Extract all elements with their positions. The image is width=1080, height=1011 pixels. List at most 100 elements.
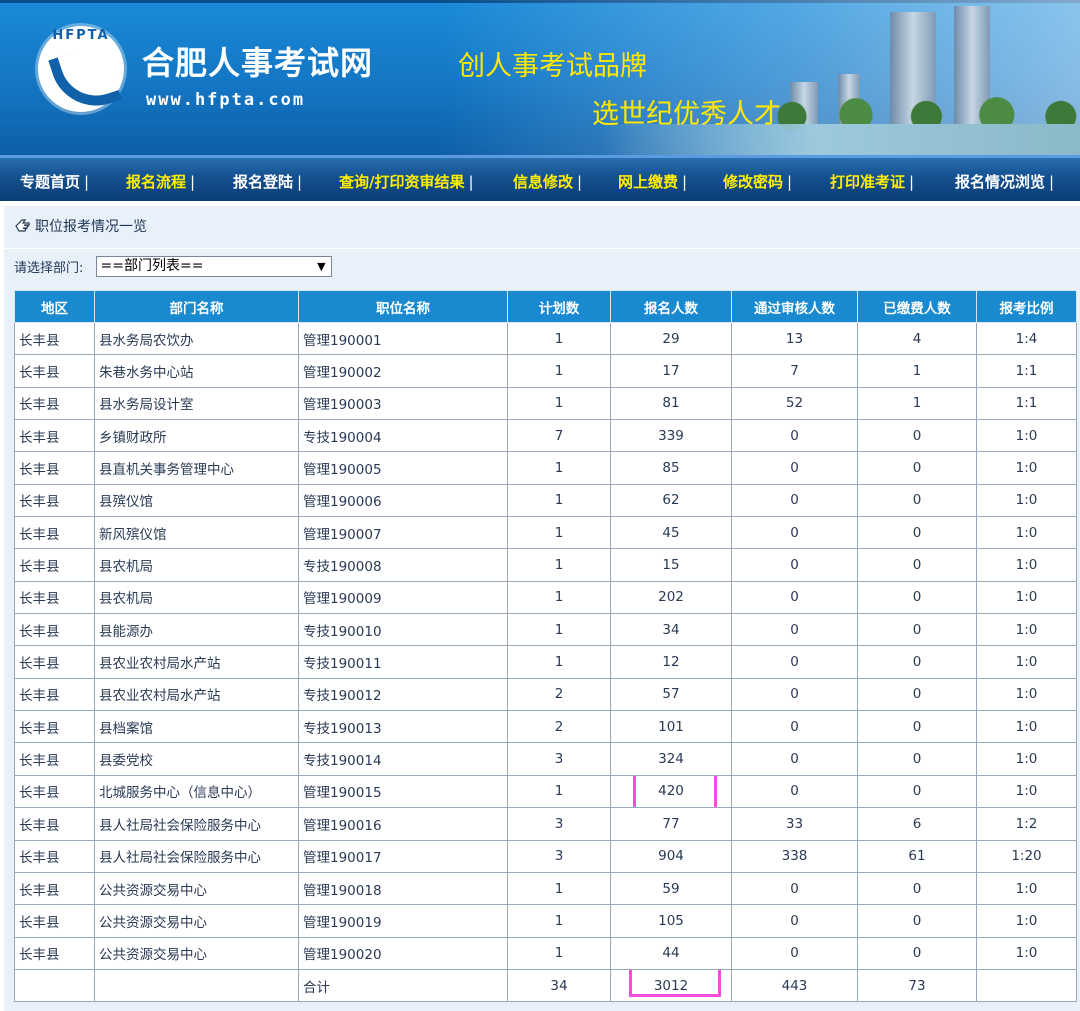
cell-plan-count: 1 <box>507 774 611 809</box>
cell-department: 县人社局社会保险服务中心 <box>94 807 299 841</box>
cell-applicants: 81 <box>610 386 732 421</box>
cell-paid: 61 <box>857 839 977 873</box>
nav-item-info-edit[interactable]: 信息修改 | <box>513 171 582 192</box>
cell-position: 管理190019 <box>298 904 508 938</box>
cell-plan-count: 1 <box>507 483 611 518</box>
cell-department: 公共资源交易中心 <box>94 904 299 938</box>
cell-plan-count: 1 <box>507 645 611 679</box>
cell-approved: 0 <box>731 516 858 550</box>
cell-applicants: 339 <box>610 419 732 453</box>
cell-plan-count: 7 <box>507 419 611 453</box>
cell-ratio: 1:0 <box>976 677 1077 712</box>
cell-position: 管理190005 <box>298 451 508 485</box>
cell-paid: 0 <box>857 613 977 647</box>
nav-item-topic-home[interactable]: 专题首页 | <box>20 171 89 192</box>
cell-department: 县殡仪馆 <box>94 483 299 518</box>
cell-paid: 0 <box>857 742 977 776</box>
cell-applicants: 45 <box>610 516 732 550</box>
table-row: 长丰县 县水务局设计室 管理190003 1 81 52 1 1:1 <box>14 386 1077 421</box>
nav-item-print-admission[interactable]: 打印准考证 | <box>830 171 914 192</box>
cell-ratio: 1:0 <box>976 871 1077 906</box>
cell-paid: 0 <box>857 936 977 970</box>
cell-applicants: 17 <box>610 354 732 388</box>
cell-applicants: 3012 <box>610 968 732 1003</box>
cell-region: 长丰县 <box>14 742 95 776</box>
cell-ratio: 1:0 <box>976 451 1077 485</box>
cell-plan-count: 3 <box>507 742 611 776</box>
section-title: 职位报考情况一览 <box>35 219 147 235</box>
cell-approved: 0 <box>731 936 858 970</box>
department-select[interactable]: ==部门列表== ▼ <box>95 256 332 277</box>
department-filter: 请选择部门: ==部门列表== ▼ <box>14 256 332 277</box>
cell-approved: 443 <box>731 968 858 1003</box>
cell-paid: 0 <box>857 451 977 485</box>
cell-ratio: 1:1 <box>976 386 1077 421</box>
cell-paid: 4 <box>857 321 977 356</box>
cell-plan-count: 1 <box>507 871 611 906</box>
cell-position: 专技190013 <box>298 710 508 744</box>
cell-position: 管理190002 <box>298 354 508 388</box>
cell-paid: 1 <box>857 354 977 388</box>
department-filter-label: 请选择部门: <box>14 261 84 276</box>
column-header: 报名人数 <box>610 290 732 323</box>
cell-ratio: 1:0 <box>976 613 1077 647</box>
cell-applicants: 85 <box>610 451 732 485</box>
nav-item-registration-process[interactable]: 报名流程 | <box>126 171 195 192</box>
cell-ratio: 1:0 <box>976 645 1077 679</box>
cell-applicants: 34 <box>610 613 732 647</box>
cell-position: 管理190007 <box>298 516 508 550</box>
cell-position: 管理190020 <box>298 936 508 970</box>
cell-ratio: 1:0 <box>976 904 1077 938</box>
cell-plan-count: 3 <box>507 807 611 841</box>
cell-department: 县委党校 <box>94 742 299 776</box>
section-heading: 职位报考情况一览 <box>14 216 147 240</box>
cell-plan-count: 1 <box>507 613 611 647</box>
column-header: 报考比例 <box>976 290 1077 323</box>
cell-ratio: 1:0 <box>976 710 1077 744</box>
cell-position: 专技190010 <box>298 613 508 647</box>
cell-department: 新风殡仪馆 <box>94 516 299 550</box>
table-row: 长丰县 朱巷水务中心站 管理190002 1 17 7 1 1:1 <box>14 354 1077 388</box>
cell-applicants: 59 <box>610 871 732 906</box>
cell-position: 管理190006 <box>298 483 508 518</box>
cell-ratio: 1:0 <box>976 419 1077 453</box>
highlight-box <box>633 776 717 807</box>
cell-paid: 73 <box>857 968 977 1003</box>
cell-approved: 0 <box>731 548 858 582</box>
cell-region: 长丰县 <box>14 613 95 647</box>
nav-item-review-result[interactable]: 查询/打印资审结果 | <box>339 171 474 192</box>
table-row: 长丰县 公共资源交易中心 管理190018 1 59 0 0 1:0 <box>14 871 1077 906</box>
nav-item-online-payment[interactable]: 网上缴费 | <box>618 171 687 192</box>
cell-plan-count: 1 <box>507 386 611 421</box>
cell-position: 管理190017 <box>298 839 508 873</box>
cell-approved: 0 <box>731 613 858 647</box>
nav-item-registration-browse[interactable]: 报名情况浏览 | <box>955 171 1054 192</box>
table-row: 长丰县 北城服务中心（信息中心） 管理190015 1 420 0 0 1:0 <box>14 774 1077 809</box>
cell-applicants: 29 <box>610 321 732 356</box>
table-total-row: 合计 34 3012 443 73 <box>14 968 1077 1003</box>
nav-item-change-password[interactable]: 修改密码 | <box>723 171 792 192</box>
hfpta-logo[interactable]: HFPTA <box>38 26 124 118</box>
table-row: 长丰县 县农机局 管理190009 1 202 0 0 1:0 <box>14 580 1077 615</box>
page: HFPTA 合肥人事考试网 www.hfpta.com 创人事考试品牌 选世纪优… <box>0 0 1080 1011</box>
cell-approved: 33 <box>731 807 858 841</box>
cell-applicants: 420 <box>610 774 732 809</box>
cell-applicants: 202 <box>610 580 732 615</box>
cell-region: 长丰县 <box>14 871 95 906</box>
cell-paid: 0 <box>857 774 977 809</box>
cell-plan-count: 3 <box>507 839 611 873</box>
cell-paid: 0 <box>857 904 977 938</box>
logo-text: HFPTA <box>52 28 110 43</box>
cell-plan-count: 1 <box>507 516 611 550</box>
cell-ratio: 1:0 <box>976 936 1077 970</box>
table-row: 长丰县 县农业农村局水产站 专技190011 1 12 0 0 1:0 <box>14 645 1077 679</box>
cell-region: 长丰县 <box>14 807 95 841</box>
cell-position: 专技190008 <box>298 548 508 582</box>
column-header: 部门名称 <box>94 290 299 323</box>
nav-item-registration-login[interactable]: 报名登陆 | <box>233 171 302 192</box>
cell-approved: 13 <box>731 321 858 356</box>
cell-approved: 52 <box>731 386 858 421</box>
cell-paid: 0 <box>857 419 977 453</box>
site-title: 合肥人事考试网 <box>142 44 374 82</box>
cell-department: 公共资源交易中心 <box>94 871 299 906</box>
